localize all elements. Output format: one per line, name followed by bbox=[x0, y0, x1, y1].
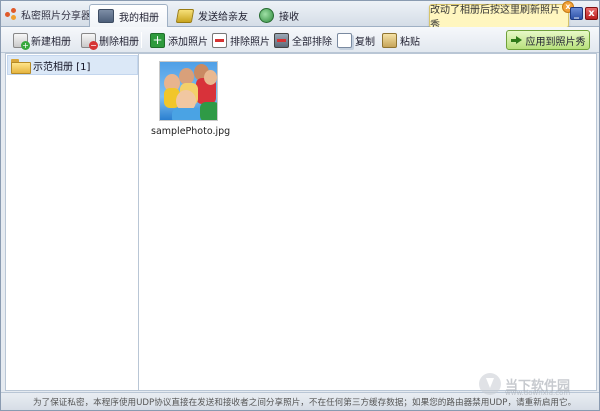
tab-label: 接收 bbox=[279, 12, 299, 23]
remove-photo-label: 排除照片 bbox=[230, 36, 270, 48]
delete-album-button[interactable]: 删除相册 bbox=[81, 31, 139, 50]
remove-photo-icon bbox=[212, 32, 227, 48]
watermark-logo: 当下软件园 www.downxia.com bbox=[479, 373, 571, 397]
delete-album-icon bbox=[81, 32, 98, 50]
delete-album-label: 删除相册 bbox=[99, 36, 139, 48]
new-album-button[interactable]: 新建相册 bbox=[13, 31, 71, 50]
arrow-right-icon bbox=[510, 35, 522, 45]
new-album-label: 新建相册 bbox=[31, 36, 71, 48]
tab-label: 发送给亲友 bbox=[198, 12, 248, 23]
album-list: 示范相册 [1] bbox=[5, 53, 139, 391]
tab-send-to-friends[interactable]: 发送给亲友 bbox=[169, 4, 256, 27]
title-bar: 私密照片分享器 我的相册 发送给亲友 接收 改动了相册后按这里刷新照片秀 x _… bbox=[1, 1, 599, 33]
album-item-label: 示范相册 [1] bbox=[33, 61, 91, 73]
watermark-subtext: www.downxia.com bbox=[505, 389, 571, 397]
paste-icon bbox=[382, 32, 397, 48]
tab-receive[interactable]: 接收 bbox=[251, 4, 307, 27]
toolbar-divider bbox=[141, 32, 142, 48]
refresh-tooltip: 改动了相册后按这里刷新照片秀 x bbox=[429, 1, 574, 33]
apply-to-slideshow-button[interactable]: 应用到照片秀 bbox=[506, 30, 590, 50]
remove-all-label: 全部排除 bbox=[292, 36, 332, 48]
copy-icon bbox=[337, 32, 352, 48]
tab-my-albums[interactable]: 我的相册 bbox=[89, 4, 168, 27]
minimize-button[interactable]: _ bbox=[570, 7, 583, 20]
copy-label: 复制 bbox=[355, 36, 375, 48]
close-button[interactable]: x bbox=[585, 7, 598, 20]
new-album-icon bbox=[13, 32, 30, 50]
toolbar: 新建相册 删除相册 添加照片 排除照片 全部排除 复制 粘贴 应用 bbox=[1, 27, 599, 53]
remove-photo-button[interactable]: 排除照片 bbox=[212, 31, 270, 49]
add-photo-icon bbox=[150, 32, 165, 48]
receive-icon bbox=[259, 8, 274, 23]
apply-label: 应用到照片秀 bbox=[525, 36, 586, 48]
photo-thumbnail-image bbox=[159, 61, 218, 121]
copy-button[interactable]: 复制 bbox=[337, 31, 375, 49]
app-window: 私密照片分享器 我的相册 发送给亲友 接收 改动了相册后按这里刷新照片秀 x _… bbox=[0, 0, 600, 411]
add-photo-button[interactable]: 添加照片 bbox=[150, 31, 208, 49]
photo-grid: samplePhoto.jpg bbox=[139, 53, 597, 391]
album-item[interactable]: 示范相册 [1] bbox=[7, 55, 138, 75]
remove-all-button[interactable]: 全部排除 bbox=[274, 31, 332, 49]
photo-filename: samplePhoto.jpg bbox=[151, 126, 231, 137]
folder-icon bbox=[11, 58, 31, 74]
share-logo-icon bbox=[5, 8, 17, 20]
paste-button[interactable]: 粘贴 bbox=[382, 31, 420, 49]
app-title: 私密照片分享器 bbox=[5, 7, 91, 22]
status-text: 为了保证私密，本程序使用UDP协议直接在发送和接收者之间分享照片，不在任何第三方… bbox=[33, 397, 577, 408]
send-icon bbox=[175, 8, 195, 23]
tab-label: 我的相册 bbox=[119, 12, 159, 24]
remove-all-icon bbox=[274, 32, 289, 48]
album-icon bbox=[98, 9, 114, 23]
paste-label: 粘贴 bbox=[400, 36, 420, 48]
photo-thumbnail[interactable]: samplePhoto.jpg bbox=[151, 61, 230, 141]
download-arrow-icon bbox=[479, 373, 501, 395]
app-title-text: 私密照片分享器 bbox=[21, 10, 91, 22]
add-photo-label: 添加照片 bbox=[168, 36, 208, 48]
